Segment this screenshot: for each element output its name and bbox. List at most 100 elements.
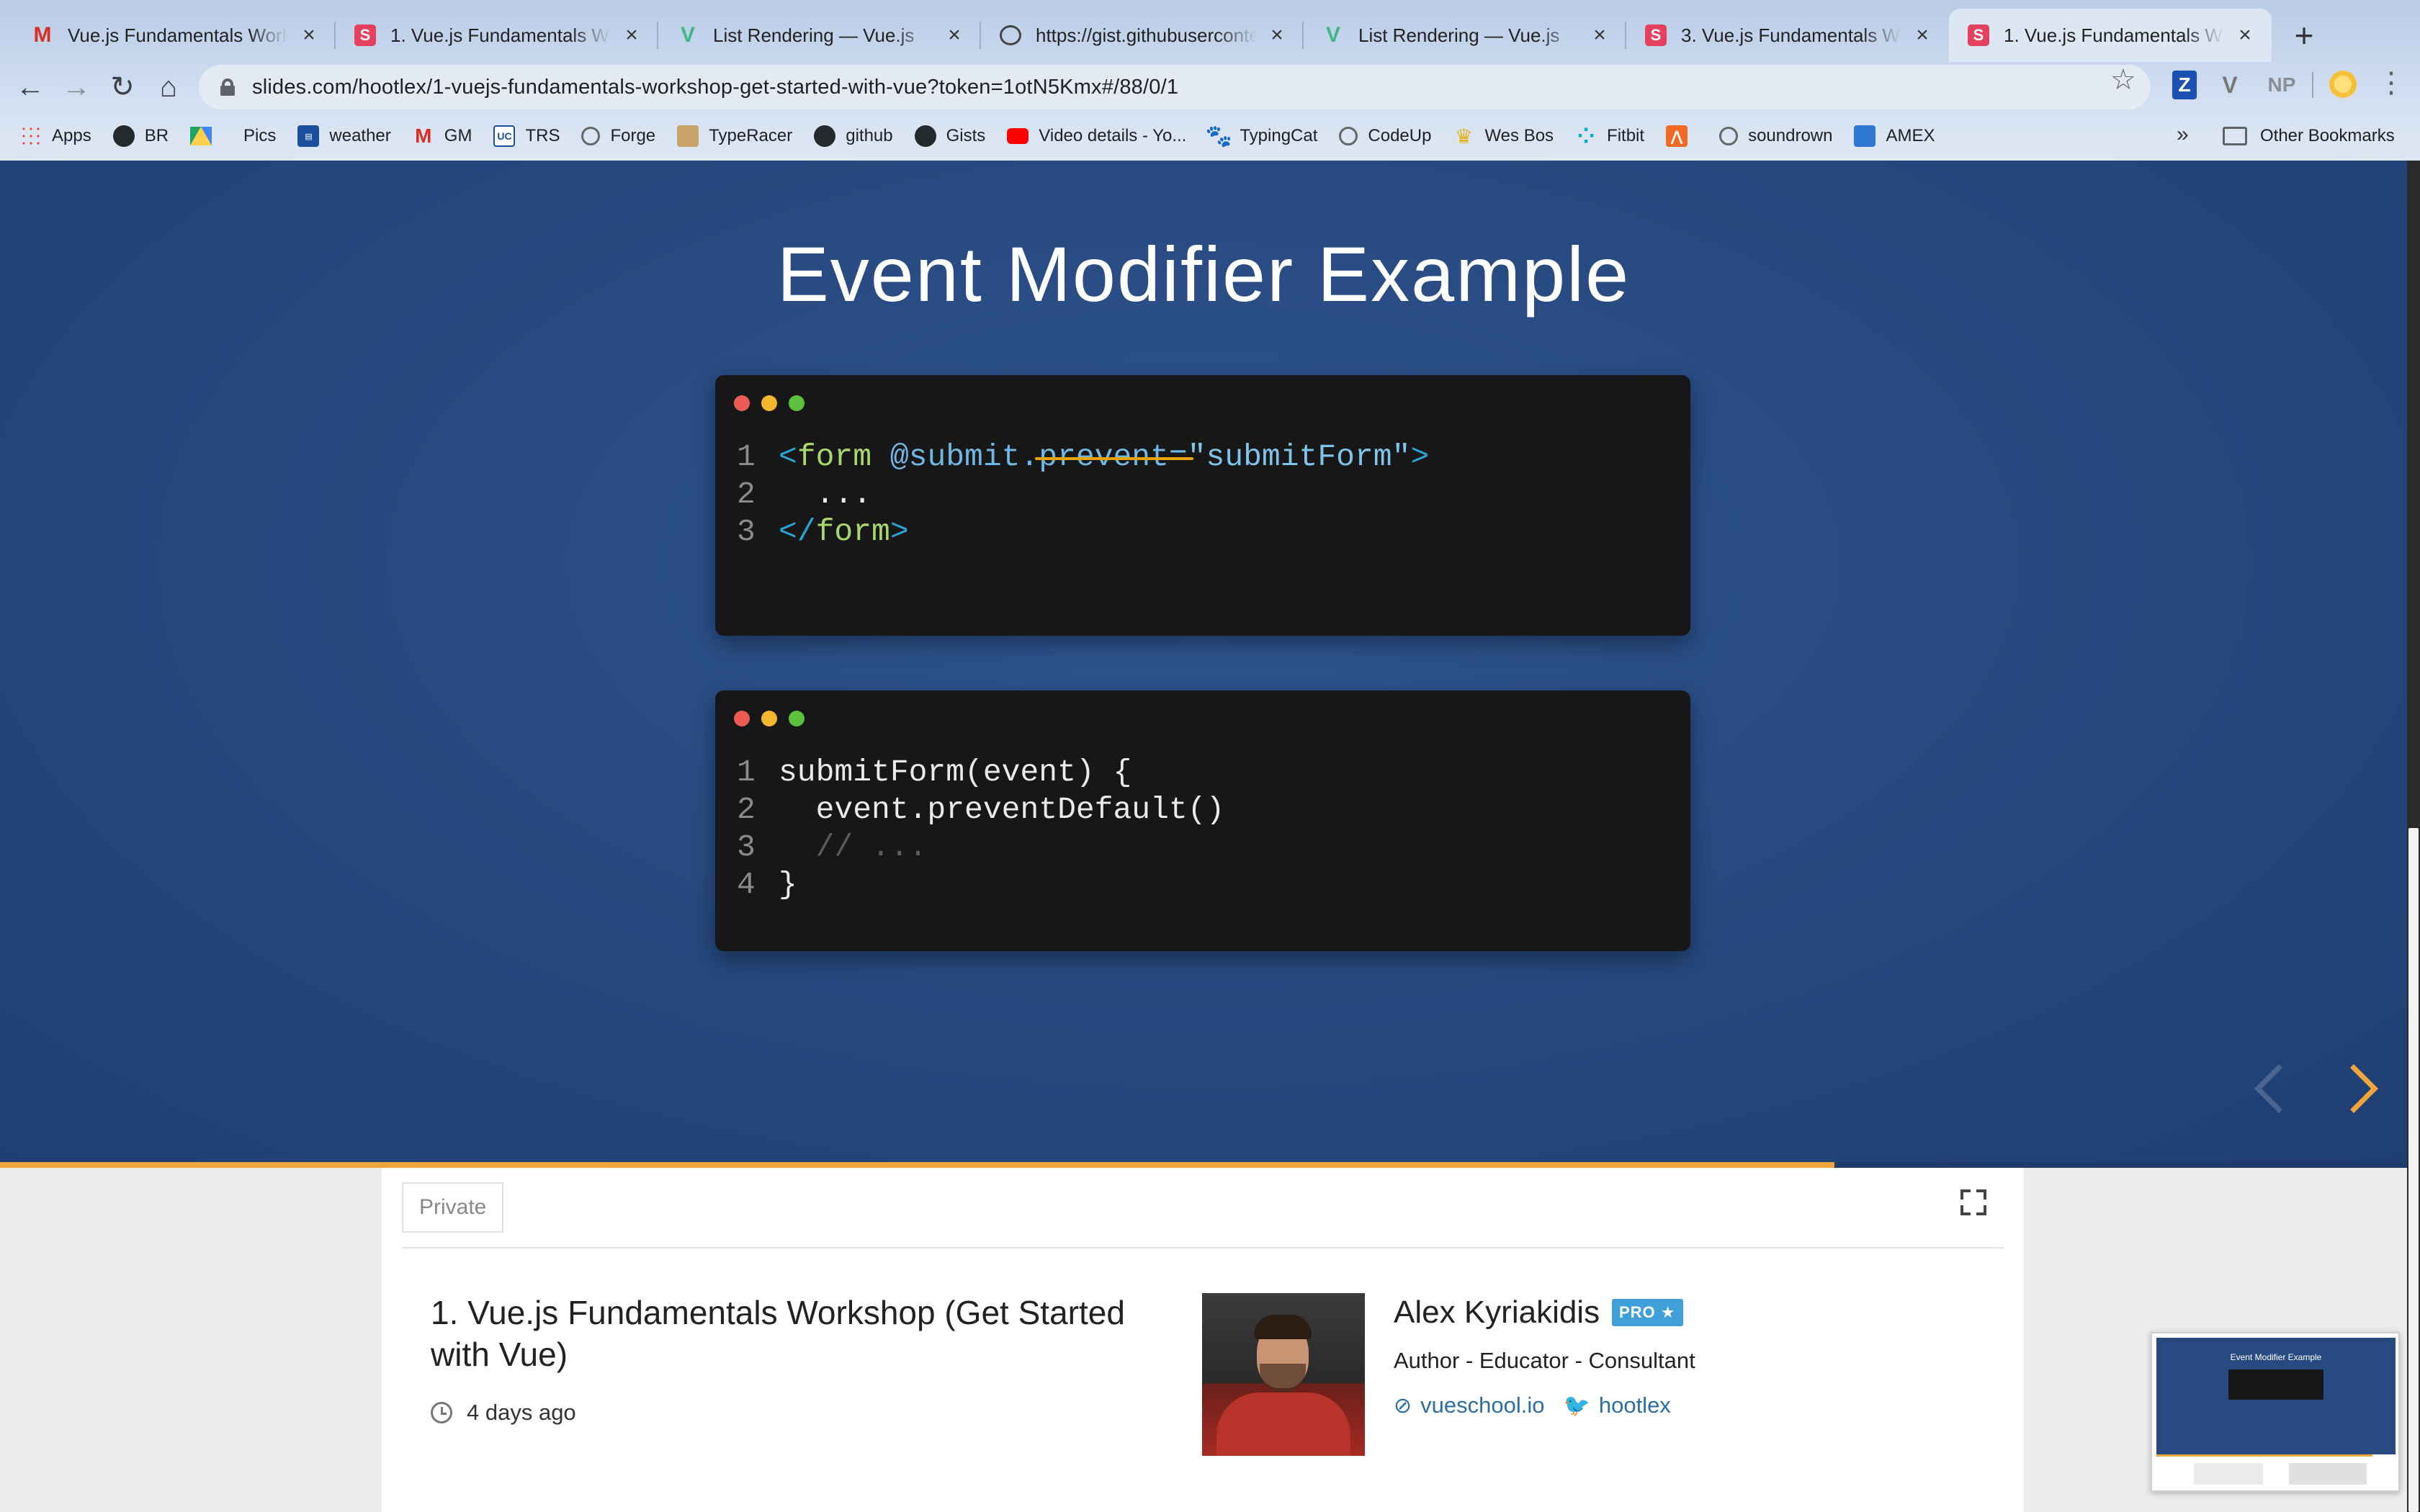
preview-slide: Event Modifier Example bbox=[2156, 1338, 2396, 1454]
vue-icon: V bbox=[680, 23, 695, 47]
close-icon[interactable]: × bbox=[621, 23, 642, 47]
url-text[interactable]: slides.com/hootlex/1-vuejs-fundamentals-… bbox=[252, 76, 1178, 99]
tab-5[interactable]: V List Rendering — Vue.js × bbox=[1304, 9, 1626, 62]
bookmark-amex[interactable]: AMEX bbox=[1854, 125, 1935, 147]
fullscreen-icon[interactable] bbox=[1960, 1189, 1986, 1215]
bookmark-fitbit[interactable]: ⁘ Fitbit bbox=[1575, 124, 1644, 148]
bookmark-codeup[interactable]: CodeUp bbox=[1339, 126, 1431, 146]
other-bookmarks-folder[interactable]: Other Bookmarks bbox=[2223, 118, 2395, 154]
bookmark-label: TypeRacer bbox=[709, 126, 793, 145]
tab-strip: M Vue.js Fundamentals Workshop × S 1. Vu… bbox=[0, 9, 2420, 62]
bookmarks-bar: Apps BR Pics ▤ weather M GM UC TRS Forge Ty… bbox=[0, 118, 2420, 154]
close-icon[interactable]: × bbox=[1266, 23, 1288, 47]
code-block: 1 submitForm(event) { 2 event.preventDefa… bbox=[737, 754, 1224, 904]
avatar-hair bbox=[1254, 1315, 1312, 1339]
bookmark-typeracer[interactable]: TypeRacer bbox=[677, 125, 792, 147]
bookmark-label: TypingCat bbox=[1240, 126, 1318, 145]
close-icon[interactable]: × bbox=[1912, 23, 1933, 47]
code-token: ... bbox=[779, 477, 872, 512]
author-avatar[interactable] bbox=[1202, 1293, 1365, 1456]
fitbit-icon: ⁘ bbox=[1577, 124, 1595, 148]
tab-title: 1. Vue.js Fundamentals Workshop bbox=[390, 24, 611, 46]
close-icon[interactable]: × bbox=[2234, 23, 2256, 47]
code-comment: // ... bbox=[779, 829, 928, 865]
slide-preview-thumbnail[interactable]: Event Modifier Example bbox=[2151, 1332, 2400, 1492]
author-links: ⊘ vueschool.io 🐦 hootlex bbox=[1394, 1392, 1690, 1418]
bookmark-typingcat[interactable]: 🐾 TypingCat bbox=[1206, 125, 1318, 148]
preview-progress-bar bbox=[2156, 1454, 2372, 1457]
np-extension-icon[interactable]: NP bbox=[2262, 71, 2302, 99]
deck-title: 1. Vue.js Fundamentals Workshop (Get Sta… bbox=[431, 1294, 1125, 1373]
vue-icon: V bbox=[1325, 23, 1340, 47]
twitter-label: hootlex bbox=[1598, 1392, 1671, 1418]
vue-devtools-extension-icon[interactable]: V bbox=[2217, 71, 2243, 99]
bookmark-drive[interactable] bbox=[190, 127, 222, 145]
time-ago: 4 days ago bbox=[467, 1400, 576, 1425]
bookmark-youtube[interactable]: Video details - Yo... bbox=[1007, 126, 1186, 146]
bookmark-label: Pics bbox=[243, 126, 277, 145]
bookmark-gm[interactable]: M GM bbox=[413, 125, 472, 147]
code-token: > bbox=[1410, 439, 1430, 474]
tab-6[interactable]: S 3. Vue.js Fundamentals Workshop × bbox=[1626, 9, 1949, 62]
line-number: 1 bbox=[737, 755, 756, 790]
tab-3[interactable]: V List Rendering — Vue.js × bbox=[658, 9, 981, 62]
close-icon[interactable]: × bbox=[298, 23, 320, 47]
bookmark-label: weather bbox=[329, 126, 391, 145]
next-slide-arrow-icon[interactable] bbox=[2329, 1064, 2378, 1113]
profile-avatar[interactable] bbox=[2328, 71, 2358, 101]
previous-slide-arrow-icon[interactable] bbox=[2254, 1064, 2303, 1113]
lock-icon bbox=[220, 78, 235, 96]
reload-button[interactable]: ↻ bbox=[99, 64, 145, 110]
fullscreen-corner bbox=[1976, 1189, 1986, 1200]
bookmark-pics[interactable]: Pics bbox=[243, 126, 276, 146]
bookmark-github[interactable]: github bbox=[814, 125, 893, 147]
tab-7-active[interactable]: S 1. Vue.js Fundamentals Workshop × bbox=[1949, 9, 2272, 62]
bookmark-label: github bbox=[846, 126, 893, 145]
address-bar[interactable]: slides.com/hootlex/1-vuejs-fundamentals-… bbox=[199, 65, 2151, 109]
tab-2[interactable]: S 1. Vue.js Fundamentals Workshop × bbox=[336, 9, 658, 62]
line-number: 2 bbox=[737, 477, 756, 512]
preview-code-window bbox=[2228, 1369, 2323, 1400]
close-icon[interactable]: × bbox=[944, 23, 965, 47]
close-icon[interactable]: × bbox=[1589, 23, 1610, 47]
orange-app-icon: ⋀ bbox=[1666, 125, 1688, 147]
bookmark-soundrown[interactable]: soundrown bbox=[1719, 126, 1832, 146]
back-button[interactable]: ← bbox=[7, 64, 53, 110]
code-line: 1 submitForm(event) { bbox=[737, 754, 1224, 791]
bookmark-orange[interactable]: ⋀ bbox=[1666, 125, 1698, 147]
website-link[interactable]: ⊘ vueschool.io bbox=[1394, 1392, 1544, 1418]
tab-1[interactable]: M Vue.js Fundamentals Workshop × bbox=[13, 9, 336, 62]
avatar-beard bbox=[1260, 1364, 1306, 1392]
line-number: 4 bbox=[737, 867, 756, 902]
home-button[interactable]: ⌂ bbox=[145, 64, 192, 110]
maximize-dot-icon bbox=[789, 395, 805, 411]
twitter-link[interactable]: 🐦 hootlex bbox=[1563, 1392, 1670, 1418]
globe-icon bbox=[1000, 25, 1021, 45]
new-tab-button[interactable]: + bbox=[2279, 9, 2329, 62]
youtube-icon bbox=[1007, 128, 1029, 144]
tab-4[interactable]: https://gist.githubusercontent.com × bbox=[981, 9, 1304, 62]
line-number: 3 bbox=[737, 829, 756, 865]
zotero-extension-icon[interactable]: Z bbox=[2172, 71, 2197, 99]
bookmark-br[interactable]: BR bbox=[112, 125, 169, 147]
window-controls bbox=[734, 395, 816, 411]
website-label: vueschool.io bbox=[1420, 1392, 1545, 1418]
bookmark-apps[interactable]: Apps bbox=[20, 125, 91, 147]
bookmark-weather[interactable]: ▤ weather bbox=[297, 125, 391, 147]
code-text: } bbox=[779, 867, 797, 902]
bookmark-star-icon[interactable]: ☆ bbox=[2110, 63, 2136, 96]
scrollbar-thumb[interactable] bbox=[2408, 828, 2419, 1512]
github-icon bbox=[814, 125, 836, 147]
author-name[interactable]: Alex Kyriakidis bbox=[1394, 1295, 1600, 1331]
menu-icon[interactable]: ⋮ bbox=[2377, 66, 2406, 99]
bookmark-wesbos[interactable]: ♛ Wes Bos bbox=[1453, 125, 1554, 148]
line-number: 1 bbox=[737, 439, 756, 474]
bookmark-forge[interactable]: Forge bbox=[581, 126, 655, 146]
fullscreen-corner bbox=[1960, 1189, 1971, 1200]
bookmarks-overflow-button[interactable]: » bbox=[2177, 122, 2189, 147]
bookmark-label: soundrown bbox=[1748, 126, 1833, 145]
forward-button[interactable]: → bbox=[53, 64, 99, 110]
bookmark-gists[interactable]: Gists bbox=[914, 125, 985, 147]
bookmark-trs[interactable]: UC TRS bbox=[493, 125, 560, 147]
folder-icon bbox=[2223, 127, 2247, 145]
